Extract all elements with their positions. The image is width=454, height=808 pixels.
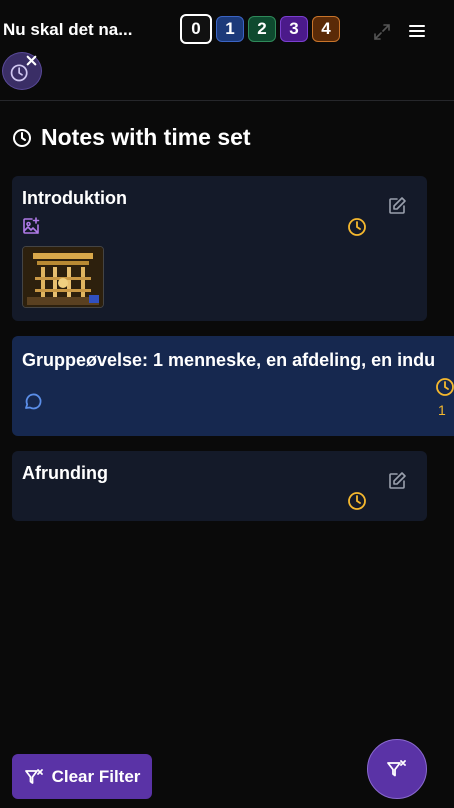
note-card-gruppeovelse[interactable]: Gruppeøvelse: 1 menneske, en afdeling, e… xyxy=(12,336,454,436)
fullscreen-button[interactable] xyxy=(370,20,394,44)
level-4-button[interactable]: 4 xyxy=(312,16,340,42)
filter-off-icon xyxy=(387,760,406,777)
note-title: Gruppeøvelse: 1 menneske, en afdeling, e… xyxy=(22,350,436,370)
edit-note-button[interactable] xyxy=(386,470,408,492)
note-image-thumbnail[interactable] xyxy=(22,246,104,308)
time-set-button[interactable] xyxy=(345,489,369,513)
image-thumbnail xyxy=(23,247,103,307)
timer-off-button[interactable] xyxy=(2,52,42,90)
clear-filter-button[interactable]: Clear Filter xyxy=(12,754,152,799)
edit-note-button[interactable] xyxy=(386,195,408,217)
edit-icon xyxy=(389,472,406,489)
level-1-button[interactable]: 1 xyxy=(216,16,244,42)
time-set-button[interactable] xyxy=(345,215,369,239)
time-value: 1 xyxy=(438,402,446,418)
hamburger-icon xyxy=(409,25,425,37)
comment-button[interactable] xyxy=(22,391,44,413)
timer-off-icon xyxy=(10,55,37,82)
note-title: Afrunding xyxy=(22,463,108,483)
menu-button[interactable] xyxy=(405,19,429,43)
level-2-button[interactable]: 2 xyxy=(248,16,276,42)
header: Nu skal det na... 0 1 2 3 4 xyxy=(0,0,454,101)
time-set-button[interactable] xyxy=(434,376,454,398)
edit-icon xyxy=(389,197,406,214)
page-title: Nu skal det na... xyxy=(3,20,133,39)
note-card-afrunding[interactable]: Afrunding xyxy=(12,451,427,521)
add-image-icon xyxy=(23,217,40,234)
clock-icon xyxy=(436,378,454,396)
level-3-button[interactable]: 3 xyxy=(280,16,308,42)
note-card-introduktion[interactable]: Introduktion xyxy=(12,176,427,321)
clock-icon xyxy=(348,218,366,236)
clock-icon xyxy=(13,128,31,147)
comment-icon xyxy=(25,393,42,410)
filter-fab-button[interactable] xyxy=(367,739,427,799)
level-0-button[interactable]: 0 xyxy=(180,14,212,44)
clear-filter-label: Clear Filter xyxy=(51,766,141,786)
clock-icon xyxy=(348,492,366,510)
section-header: Notes with time set xyxy=(12,124,251,151)
expand-icon xyxy=(374,24,390,40)
image-attachment-button[interactable] xyxy=(20,215,42,237)
level-selector: 0 1 2 3 4 xyxy=(180,14,340,44)
filter-off-icon xyxy=(24,768,43,784)
section-title: Notes with time set xyxy=(41,124,251,150)
note-title: Introduktion xyxy=(22,188,127,208)
